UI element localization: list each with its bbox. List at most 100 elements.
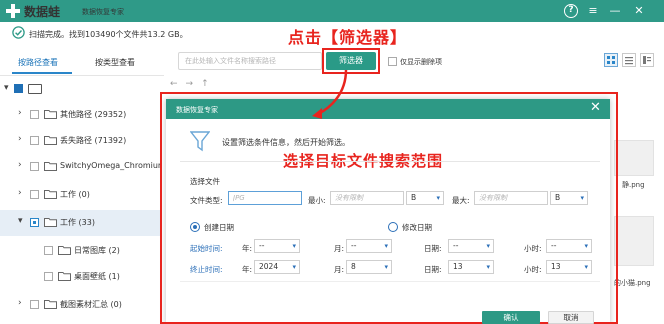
tree-item-label: 日常图库 (2) [74,246,120,255]
radio-created-date[interactable] [190,222,200,232]
radio-created-label: 创建日期 [204,223,234,232]
expand-arrow-icon[interactable]: › [18,134,22,144]
end-year-value: 2024 [259,262,279,271]
radio-modified-label: 修改日期 [402,223,432,232]
month-label: 月: [334,244,345,253]
file-type-input[interactable] [228,191,302,205]
tree-checkbox[interactable] [44,246,53,255]
chevron-down-icon: ▾ [486,242,490,250]
max-size-input[interactable] [474,191,548,205]
end-month-select[interactable]: 8 ▾ [346,260,392,274]
dialog-header [166,99,610,119]
end-day-select[interactable]: 13 ▾ [448,260,494,274]
max-unit-value: B [555,193,561,202]
root-checkbox[interactable] [14,84,23,93]
expand-arrow-icon[interactable]: › [18,298,22,308]
hour-label: 小时: [524,244,542,253]
cancel-button[interactable]: 取消 [548,311,594,324]
tree-item[interactable]: 日常图库 (2) [0,238,160,264]
funnel-icon [190,131,210,152]
dialog-highlight-box [160,92,618,324]
show-deleted-checkbox[interactable] [388,57,397,66]
check-circle-icon [12,26,25,39]
start-month-value: -- [351,241,357,250]
detail-view-icon[interactable] [640,53,654,67]
grid-view-icon[interactable] [604,53,618,67]
collapse-arrow-icon[interactable]: ▾ [18,216,23,226]
tree-item[interactable]: › 其他路径 (29352) [0,102,160,128]
help-button[interactable]: ? [564,4,578,18]
scan-status-text: 扫描完成。找到103490个文件共13.2 GB。 [29,30,188,39]
start-day-select[interactable]: -- ▾ [448,239,494,253]
tree-checkbox[interactable] [30,162,39,171]
end-hour-value: 13 [551,262,561,271]
menu-button[interactable]: ≡ [586,4,600,18]
tree-item[interactable]: › 截图素材汇总 (0) [0,292,160,318]
hour-label: 小时: [524,265,542,274]
nav-back-forward-icons[interactable]: ←→↑ [170,79,217,89]
start-day-value: -- [453,241,459,250]
start-year-value: -- [259,241,265,250]
expand-arrow-icon[interactable]: › [18,160,22,170]
min-size-unit-select[interactable]: B ▾ [406,191,444,205]
annotation-click-filter: 点击【筛选器】 [288,28,408,47]
chevron-down-icon: ▾ [584,263,588,271]
end-time-label: 终止时间: [190,265,223,274]
dialog-instruction: 设置筛选条件信息，然后开始筛选。 [222,138,350,147]
file-label: 静.png [622,181,645,189]
chevron-down-icon: ▾ [384,263,388,271]
min-size-input[interactable] [330,191,404,205]
tree-item[interactable]: 桌面壁纸 (1) [0,264,160,290]
start-hour-value: -- [551,241,557,250]
end-day-value: 13 [453,262,463,271]
file-type-label: 文件类型: [190,196,223,205]
radio-modified-date[interactable] [388,222,398,232]
tree-checkbox[interactable] [30,300,39,309]
expand-arrow-icon[interactable]: › [18,188,22,198]
list-view-icon[interactable] [622,53,636,67]
tree-item[interactable]: › SwitchyOmega_Chromiur [0,154,161,180]
year-label: 年: [242,265,253,274]
start-month-select[interactable]: -- ▾ [346,239,392,253]
expand-arrow-icon[interactable]: › [18,108,22,118]
file-thumbnail[interactable] [614,140,654,176]
tree-item-label: 工作 (33) [60,218,95,227]
tree-checkbox-partial[interactable] [30,218,39,227]
start-year-select[interactable]: -- ▾ [254,239,300,253]
chevron-down-icon: ▾ [436,194,440,202]
tab-by-type[interactable]: 按类型查看 [95,57,135,68]
tree-item-label: 截图素材汇总 (0) [60,300,122,309]
tab-by-path[interactable]: 按路径查看 [18,57,58,68]
tree-item-label: 桌面壁纸 (1) [74,272,120,281]
max-size-label: 最大: [452,196,470,205]
file-label: 的小猫.png [614,279,651,287]
start-hour-select[interactable]: -- ▾ [546,239,592,253]
close-window-button[interactable]: ✕ [632,4,646,18]
tree-item[interactable]: › 工作 (0) [0,182,160,208]
tree-checkbox[interactable] [30,136,39,145]
dialog-close-icon[interactable]: ✕ [590,101,601,115]
tree-item-label: 工作 (0) [60,190,90,199]
show-deleted-label: 仅显示删除项 [400,58,442,66]
drive-icon [28,84,42,94]
tree-item-label: 丢失路径 (71392) [60,136,127,145]
end-month-value: 8 [351,262,356,271]
tree-item[interactable]: › 丢失路径 (71392) [0,128,160,154]
minimize-button[interactable]: — [608,4,622,18]
max-size-unit-select[interactable]: B ▾ [550,191,588,205]
end-year-select[interactable]: 2024 ▾ [254,260,300,274]
app-logo-text: 数据蛙 [24,5,61,19]
folder-icon [44,136,57,145]
file-thumbnail[interactable] [614,216,654,266]
chevron-down-icon: ▾ [292,263,296,271]
end-hour-select[interactable]: 13 ▾ [546,260,592,274]
confirm-button[interactable]: 确认 [482,311,540,324]
tree-checkbox[interactable] [44,272,53,281]
day-label: 日期: [424,265,442,274]
tree-item-selected[interactable]: ▾ 工作 (33) [0,210,160,236]
tree-checkbox[interactable] [30,110,39,119]
dialog-divider [180,161,600,162]
annotation-arrow-icon [312,69,348,119]
root-collapse-arrow[interactable]: ▾ [4,83,9,93]
tree-checkbox[interactable] [30,190,39,199]
